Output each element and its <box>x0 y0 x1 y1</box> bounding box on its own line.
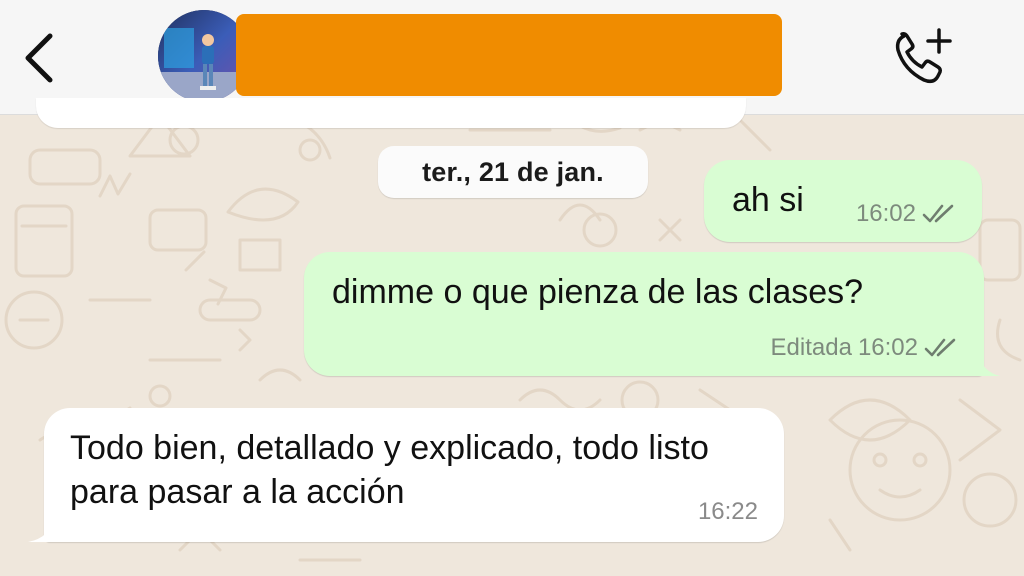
outgoing-message[interactable]: dimme o que pienza de las clases? Editad… <box>304 252 984 376</box>
phone-add-icon <box>895 28 952 84</box>
date-divider-label: ter., 21 de jan. <box>422 156 604 187</box>
message-meta: Editada 16:02 <box>771 334 958 362</box>
back-button[interactable] <box>18 30 62 86</box>
message-text: dimme o que pienza de las clases? <box>332 273 864 311</box>
double-check-icon <box>922 204 954 223</box>
previous-message-bubble <box>36 98 746 128</box>
call-button[interactable] <box>890 26 954 88</box>
message-meta: 16:02 <box>856 200 956 228</box>
outgoing-message[interactable]: ah si 16:02 <box>704 160 982 242</box>
double-check-icon <box>924 338 956 357</box>
bubble-tail-outgoing <box>976 350 1000 376</box>
bubble-tail-incoming <box>28 516 56 542</box>
message-meta: 16:22 <box>698 498 758 526</box>
edited-label: Editada <box>770 334 852 361</box>
message-time: 16:22 <box>697 498 758 525</box>
contact-name-redacted[interactable] <box>236 14 782 96</box>
chevron-left-icon <box>25 33 53 83</box>
message-text: Todo bien, detallado y explicado, todo l… <box>70 429 709 511</box>
message-text: ah si <box>732 181 804 219</box>
message-time: 16:02 <box>857 334 918 361</box>
incoming-message[interactable]: Todo bien, detallado y explicado, todo l… <box>44 408 784 542</box>
message-time: 16:02 <box>855 200 916 227</box>
date-divider: ter., 21 de jan. <box>378 146 648 198</box>
